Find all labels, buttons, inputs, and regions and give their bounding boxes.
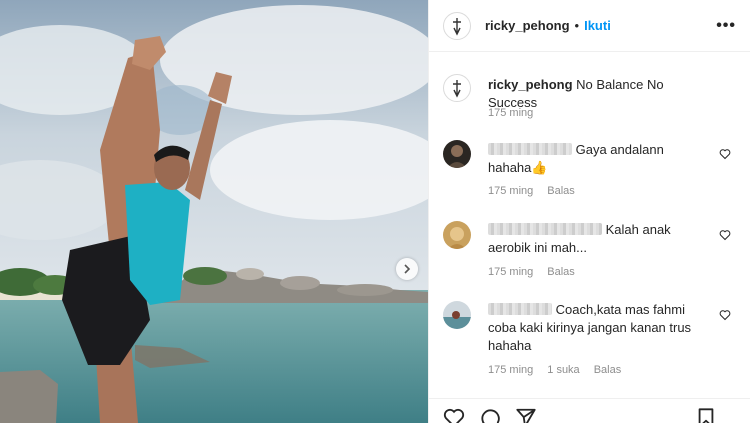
heart-icon[interactable] bbox=[719, 148, 731, 160]
comment-time[interactable]: 175 ming bbox=[488, 185, 533, 197]
comment-time[interactable]: 175 ming bbox=[488, 364, 533, 376]
reply-button[interactable]: Balas bbox=[547, 266, 575, 278]
avatar[interactable] bbox=[443, 301, 471, 329]
avatar[interactable] bbox=[443, 221, 471, 249]
blurred-username[interactable] bbox=[488, 143, 572, 155]
reply-button[interactable]: Balas bbox=[547, 185, 575, 197]
caption-username[interactable]: ricky_pehong bbox=[488, 77, 573, 92]
avatar[interactable] bbox=[443, 74, 471, 102]
commenter-avatar-icon bbox=[448, 227, 466, 249]
commenter-avatar-icon bbox=[447, 145, 467, 168]
chevron-right-icon bbox=[404, 264, 411, 274]
next-photo-button[interactable] bbox=[396, 258, 418, 280]
action-bar bbox=[429, 398, 750, 423]
comment-body: Gaya andalann hahaha👍 bbox=[488, 141, 710, 177]
user-avatar-icon bbox=[453, 80, 461, 98]
heart-icon[interactable] bbox=[719, 229, 731, 241]
blurred-username[interactable] bbox=[488, 223, 602, 235]
comment-likes[interactable]: 1 suka bbox=[547, 364, 579, 376]
photo-image bbox=[0, 0, 428, 423]
commenter-avatar-icon bbox=[443, 311, 471, 329]
separator-dot: • bbox=[574, 18, 580, 33]
comment-meta: 175 ming Balas bbox=[488, 185, 575, 197]
post-username[interactable]: ricky_pehong bbox=[485, 18, 570, 33]
comment-meta: 175 ming Balas bbox=[488, 266, 575, 278]
comment-meta: 175 ming 1 suka Balas bbox=[488, 364, 621, 376]
heart-icon[interactable] bbox=[719, 309, 731, 321]
comment-icon[interactable] bbox=[479, 407, 501, 423]
follow-button[interactable]: Ikuti bbox=[584, 18, 611, 33]
blurred-username[interactable] bbox=[488, 303, 552, 315]
avatar[interactable] bbox=[443, 140, 471, 168]
bookmark-icon[interactable] bbox=[695, 407, 717, 423]
comment-body: Coach,kata mas fahmi coba kaki kirinya j… bbox=[488, 301, 710, 355]
post-side-panel: ricky_pehong • Ikuti ••• ricky_pehong No… bbox=[428, 0, 750, 423]
post-header: ricky_pehong • Ikuti ••• bbox=[429, 0, 750, 52]
user-avatar-icon bbox=[453, 17, 461, 36]
caption-meta: 175 ming bbox=[488, 107, 533, 119]
more-options-button[interactable]: ••• bbox=[716, 17, 736, 35]
send-icon[interactable] bbox=[515, 407, 537, 423]
reply-button[interactable]: Balas bbox=[594, 364, 622, 376]
comment-time[interactable]: 175 ming bbox=[488, 266, 533, 278]
avatar[interactable] bbox=[443, 11, 471, 40]
post-photo bbox=[0, 0, 428, 423]
comment-body: Kalah anak aerobik ini mah... bbox=[488, 221, 710, 257]
caption-time[interactable]: 175 ming bbox=[488, 107, 533, 119]
heart-icon[interactable] bbox=[443, 407, 465, 423]
